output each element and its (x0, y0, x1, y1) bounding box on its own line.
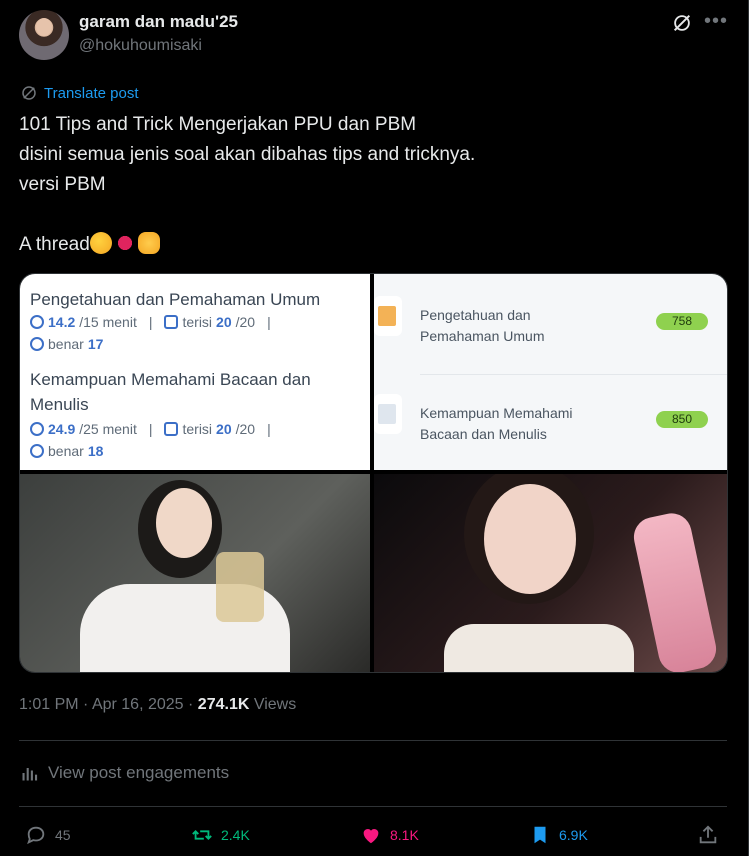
grok-icon[interactable] (671, 12, 693, 34)
row1-label-line1: Pengetahuan dan (420, 307, 531, 323)
row1-score: 758 (656, 313, 708, 330)
section1-correct-label: benar (48, 336, 84, 352)
section2-time: 24.9 (48, 421, 76, 437)
section2-filled-label: terisi (182, 421, 213, 437)
media-image-4[interactable] (374, 474, 727, 672)
photo-face (484, 484, 576, 594)
divider-top (19, 740, 727, 741)
section1-filled: 20 (216, 314, 232, 330)
smiling-face-with-hearts-icon (89, 232, 112, 254)
views-label: Views (253, 696, 297, 713)
row2-label-line1: Kemampuan Memahami (420, 405, 573, 421)
media-image-2[interactable]: Pengetahuan dan Pemahaman Umum 758 Kemam… (374, 274, 727, 470)
section2-filled-total: /20 (235, 421, 256, 437)
like-count: 8.1K (390, 827, 419, 843)
section2-correct: benar 18 (30, 443, 103, 459)
avatar[interactable] (19, 10, 69, 60)
bookmark-count: 6.9K (559, 827, 588, 843)
check-circle-icon (30, 337, 44, 351)
post-date[interactable]: Apr 16, 2025 (92, 696, 184, 713)
photo-face (156, 488, 212, 558)
repost-count: 2.4K (221, 827, 250, 843)
section2-correct-label: benar (48, 443, 84, 459)
check-circle-icon (30, 444, 44, 458)
divider (420, 374, 727, 375)
section2-title-line1: Kemampuan Memahami Bacaan dan (30, 370, 311, 389)
section1-correct: benar 17 (30, 336, 103, 352)
row1-label-line2: Pemahaman Umum (420, 328, 545, 344)
reply-icon (27, 826, 45, 845)
like-button[interactable]: 8.1K (360, 824, 419, 846)
author-name[interactable]: garam dan madu'25 (79, 12, 238, 32)
post-time[interactable]: 1:01 PM (19, 696, 79, 713)
section2-filled: 20 (216, 421, 232, 437)
photo-top (444, 624, 634, 672)
section2-title-line2: Menulis (30, 395, 89, 414)
translate-label: Translate post (44, 84, 139, 102)
section1-filled-total: /20 (235, 314, 256, 330)
media-grid[interactable]: Pengetahuan dan Pemahaman Umum 14.2/15 m… (19, 273, 728, 673)
analytics-icon (22, 768, 38, 781)
photo-glass (216, 552, 264, 622)
section1-title: Pengetahuan dan Pemahaman Umum (30, 290, 321, 309)
author-handle[interactable]: @hokuhoumisaki (79, 37, 202, 55)
pencil-paper-icon (374, 394, 402, 434)
reply-button[interactable]: 45 (25, 824, 71, 846)
share-icon (699, 825, 717, 844)
section1-time: 14.2 (48, 314, 76, 330)
timer-icon (30, 422, 44, 436)
view-engagements-link[interactable]: View post engagements (20, 763, 229, 783)
media-image-3[interactable] (20, 474, 370, 672)
section2-meta: 24.9/25 menit | terisi 20/20 | (30, 421, 271, 437)
section1-meta: 14.2/15 menit | terisi 20/20 | (30, 314, 271, 330)
more-options-icon[interactable]: ••• (704, 10, 728, 33)
engagements-label: View post engagements (48, 763, 230, 782)
lips-icon (113, 232, 136, 254)
section1-correct-value: 17 (87, 336, 104, 352)
avatar-face (36, 18, 52, 36)
bookmark-icon (534, 826, 546, 844)
book-icon (374, 296, 402, 336)
globe-icon (22, 86, 36, 100)
share-button[interactable] (697, 824, 719, 846)
section2-time-total: /25 menit (79, 421, 137, 437)
post-meta: 1:01 PM · Apr 16, 2025 · 274.1K Views (19, 696, 297, 713)
list-icon (164, 315, 179, 329)
heart-icon (363, 829, 379, 844)
timer-icon (30, 315, 44, 329)
section1-filled-label: terisi (182, 314, 213, 330)
post-text: 101 Tips and Trick Mengerjakan PPU dan P… (19, 110, 719, 260)
media-image-1[interactable]: Pengetahuan dan Pemahaman Umum 14.2/15 m… (20, 274, 370, 470)
row2-label-line2: Bacaan dan Menulis (420, 426, 547, 442)
divider-bottom (19, 806, 727, 807)
repost-icon (192, 830, 212, 840)
section1-time-total: /15 menit (79, 314, 137, 330)
bookmark-button[interactable]: 6.9K (529, 824, 588, 846)
post-text-body: 101 Tips and Trick Mengerjakan PPU dan P… (19, 114, 476, 255)
repost-button[interactable]: 2.4K (191, 824, 250, 846)
translate-post-link[interactable]: Translate post (20, 84, 139, 102)
reply-count: 45 (55, 827, 71, 843)
call-me-hand-icon (137, 232, 160, 254)
section2-correct-value: 18 (87, 443, 104, 459)
list-icon (164, 422, 179, 436)
views-count: 274.1K (197, 696, 250, 713)
row2-score: 850 (656, 411, 708, 428)
photo-pink-bottle (630, 509, 720, 672)
